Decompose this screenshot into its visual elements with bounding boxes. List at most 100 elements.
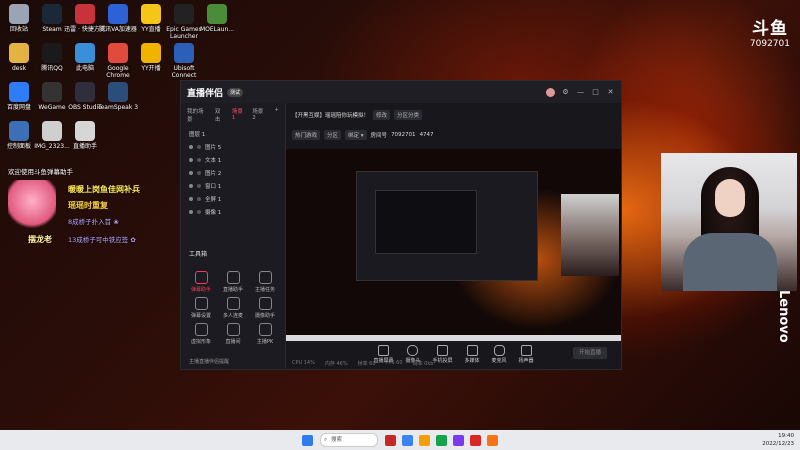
app-icon: [174, 4, 194, 24]
taskbar-app-icon[interactable]: [436, 434, 447, 446]
tool-button[interactable]: 弹幕设置: [185, 297, 217, 319]
danmaku-line: 欢迎使用斗鱼弹幕助手: [8, 168, 73, 176]
minimize-button[interactable]: —: [576, 88, 585, 97]
tab-double[interactable]: 双击: [215, 107, 226, 123]
lock-icon[interactable]: [197, 170, 201, 175]
tool-label: 多人连麦: [222, 313, 243, 319]
lock-icon[interactable]: [197, 209, 201, 214]
danmaku-line: 摆龙老: [28, 235, 52, 244]
room-id-label: 房间号: [370, 133, 388, 139]
layer-row[interactable]: 文本 1: [181, 153, 285, 166]
maximize-button[interactable]: □: [591, 88, 600, 97]
lock-icon[interactable]: [197, 144, 201, 149]
taskbar-app-icon[interactable]: [453, 434, 464, 446]
tool-icon: [194, 323, 208, 336]
edit-title-button[interactable]: 修改: [373, 110, 391, 120]
tool-icon: [226, 297, 240, 310]
status-bar: CPU 14% 内存 46% 帧率 60 FPS 60 码率 0kb: [286, 357, 621, 369]
app-icon: [75, 43, 95, 63]
tool-label: 弹幕设置: [190, 313, 211, 319]
tool-label: 直播间: [225, 339, 241, 345]
taskbar-app-icon[interactable]: [385, 434, 396, 446]
desktop-icon-label: TeamSpeak 3: [97, 104, 139, 111]
desktop-icon[interactable]: TeamSpeak 3: [97, 82, 139, 111]
tool-label: 主播任务: [254, 287, 275, 293]
layer-row[interactable]: 图片 5: [181, 140, 285, 153]
tool-button[interactable]: 弹幕助手: [185, 271, 217, 293]
tool-button[interactable]: 主播任务: [249, 271, 281, 293]
layer-label: 图片 2: [205, 170, 222, 177]
tool-button[interactable]: 摄像助手: [249, 297, 281, 319]
tool-button[interactable]: 虚拟形象: [185, 323, 217, 345]
tool-icon: [258, 271, 272, 284]
tool-button[interactable]: 直播助手: [217, 271, 249, 293]
eye-icon[interactable]: [189, 196, 193, 201]
app-icon: [9, 121, 29, 141]
viewer-count: 4747: [419, 132, 434, 138]
app-icon: [75, 82, 95, 102]
taskbar-clock[interactable]: 19:40 2022/12/23: [762, 432, 794, 448]
taskbar-app-icon[interactable]: [402, 434, 413, 446]
danmaku-line: 暖暖上岗鱼佳网补兵: [68, 185, 140, 194]
app-titlebar[interactable]: 直播伴侣 测试 ⚙ — □ ✕: [181, 81, 621, 103]
main-area: 【开黑互娱】瑶瑶陪你玩模拟！ 修改 分区分类 热门游戏 分区 绑定 ▾ 房间号 …: [286, 103, 621, 369]
app-icon: [174, 43, 194, 63]
tool-icon: [258, 297, 272, 310]
taskbar-app-icon[interactable]: [419, 434, 430, 446]
category-button[interactable]: 分区分类: [394, 110, 423, 120]
layer-list: 图片 5 文本 1 图片 2 窗口 1 全屏 1 摄像 1: [181, 140, 285, 218]
tool-icon: [226, 271, 240, 284]
app-icon: [108, 82, 128, 102]
start-icon[interactable]: [302, 434, 313, 446]
anime-sticker: [8, 180, 56, 232]
danmaku-line: 13成桥子可中铁应签 ✿: [68, 236, 136, 244]
desktop-icon[interactable]: 直播助手: [64, 121, 106, 150]
stream-preview[interactable]: [286, 149, 621, 341]
taskbar-search[interactable]: ⌕ 搜索: [320, 433, 378, 447]
close-button[interactable]: ✕: [606, 88, 615, 97]
tool-button[interactable]: 多人连麦: [217, 297, 249, 319]
add-scene-button[interactable]: +: [274, 107, 279, 123]
layer-row[interactable]: 窗口 1: [181, 179, 285, 192]
desktop-icon[interactable]: MOELaun...: [196, 4, 238, 33]
taskbar-app-icon[interactable]: [470, 434, 481, 446]
avatar[interactable]: [546, 87, 555, 97]
lock-icon[interactable]: [197, 183, 201, 188]
app-icon: [75, 4, 95, 24]
tab-scene-2[interactable]: 场景 2: [252, 107, 268, 123]
eye-icon[interactable]: [189, 209, 193, 214]
layer-row[interactable]: 图片 2: [181, 166, 285, 179]
preview-nested-window-2: [375, 190, 477, 254]
lock-icon[interactable]: [197, 157, 201, 162]
layer-row[interactable]: 全屏 1: [181, 192, 285, 205]
eye-icon[interactable]: [189, 157, 193, 162]
tab-scene-1[interactable]: 场景1: [232, 107, 246, 123]
douyu-logo: 斗鱼: [751, 19, 788, 39]
scene-tabs: 我的场景 双击 场景1 场景 2 +: [181, 103, 285, 127]
game-chip[interactable]: 热门游戏: [292, 130, 321, 140]
tool-button[interactable]: 直播间: [217, 323, 249, 345]
douyu-room-badge: 斗鱼 7092701: [750, 14, 790, 49]
zone-chip[interactable]: 分区: [324, 130, 342, 140]
bind-chip[interactable]: 绑定 ▾: [345, 130, 367, 140]
toolbox-title: 工具箱: [189, 251, 208, 258]
webcam-feed: [661, 153, 797, 291]
tab-my-scene[interactable]: 我的场景: [187, 107, 209, 123]
taskbar-app-icon[interactable]: [487, 434, 498, 446]
tool-button[interactable]: 主播PK: [249, 323, 281, 345]
layer-row[interactable]: 摄像 1: [181, 205, 285, 218]
app-icon: [141, 43, 161, 63]
desktop-icon-label: MOELaun...: [199, 26, 235, 33]
lock-icon[interactable]: [197, 196, 201, 201]
layer-label: 图片 5: [205, 144, 222, 151]
desktop-icon[interactable]: Ubisoft Connect: [163, 43, 205, 79]
speaker-icon: [520, 344, 532, 356]
eye-icon[interactable]: [189, 144, 193, 149]
app-icon: [141, 4, 161, 24]
eye-icon[interactable]: [189, 183, 193, 188]
live-companion-window[interactable]: 直播伴侣 测试 ⚙ — □ ✕ 我的场景 双击 场景1 场景 2 + 图层 1 …: [180, 80, 622, 370]
app-icon: [42, 82, 62, 102]
microphone-icon: [493, 344, 505, 356]
settings-icon[interactable]: ⚙: [561, 88, 570, 97]
eye-icon[interactable]: [189, 170, 193, 175]
